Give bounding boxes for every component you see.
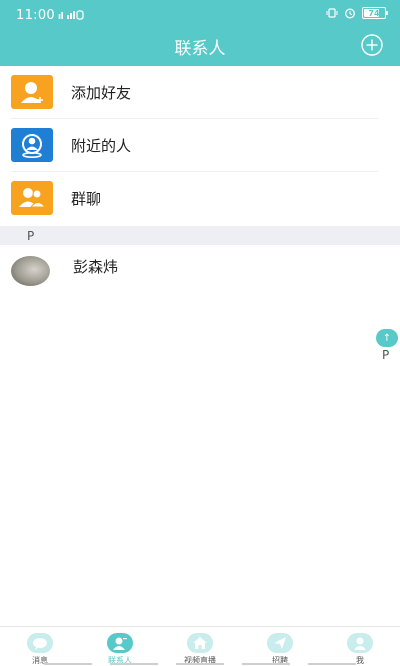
home-icon xyxy=(187,633,213,653)
group-chat-icon xyxy=(11,181,53,215)
battery-cap xyxy=(386,11,388,15)
status-time: 11:00 xyxy=(16,8,55,23)
contact-name: 彭森炜 xyxy=(73,258,119,276)
section-letter: P xyxy=(27,229,35,243)
signal-icon: ıl xyxy=(58,10,84,22)
vibrate-icon xyxy=(326,8,338,18)
chat-bubble-icon xyxy=(27,633,53,653)
tab-messages[interactable]: 消息 xyxy=(0,627,80,666)
index-letter-p[interactable]: P xyxy=(382,348,389,362)
contact-row[interactable]: 彭森炜 xyxy=(0,247,400,297)
alarm-icon xyxy=(345,8,355,19)
group-chat-label: 群聊 xyxy=(71,190,102,208)
battery-level: 74 xyxy=(368,8,380,18)
bottom-navigation: 消息 联系人 视频直播 招聘 我 xyxy=(0,626,400,666)
plus-circle-icon[interactable] xyxy=(361,34,383,56)
svg-text:ıl: ıl xyxy=(58,12,64,20)
add-friend-icon xyxy=(11,75,53,109)
status-right: 74 xyxy=(326,7,388,19)
nav-underline-segment xyxy=(242,663,290,665)
nav-underline-segment xyxy=(110,663,158,665)
nearby-people-label: 附近的人 xyxy=(71,137,132,155)
network-indicator: ıl xyxy=(58,9,84,23)
contacts-icon xyxy=(107,633,133,653)
battery-indicator: 74 xyxy=(362,7,388,19)
tab-recruitment[interactable]: 招聘 xyxy=(240,627,320,666)
paper-plane-icon xyxy=(267,633,293,653)
nav-underline-segment xyxy=(308,663,356,665)
status-bar: 11:00 ıl 74 xyxy=(0,0,400,30)
group-chat-item[interactable]: 群聊 xyxy=(0,172,400,225)
section-header-p: P xyxy=(0,226,400,245)
tab-contacts[interactable]: 联系人 xyxy=(80,627,160,666)
tab-video-live[interactable]: 视频直播 xyxy=(160,627,240,666)
tab-me[interactable]: 我 xyxy=(320,627,400,666)
person-icon xyxy=(347,633,373,653)
nav-underline-segment xyxy=(44,663,92,665)
add-friend-item[interactable]: 添加好友 xyxy=(0,66,400,119)
add-friend-label: 添加好友 xyxy=(71,84,132,102)
header-bar: 11:00 ıl 74 联系人 xyxy=(0,0,400,66)
page-title: 联系人 xyxy=(174,39,226,59)
avatar xyxy=(11,256,50,286)
index-scroll-top-button[interactable]: ↑ xyxy=(376,329,398,347)
nearby-people-item[interactable]: 附近的人 xyxy=(0,119,400,172)
nearby-people-icon xyxy=(11,128,53,162)
nav-underline-segment xyxy=(176,663,224,665)
